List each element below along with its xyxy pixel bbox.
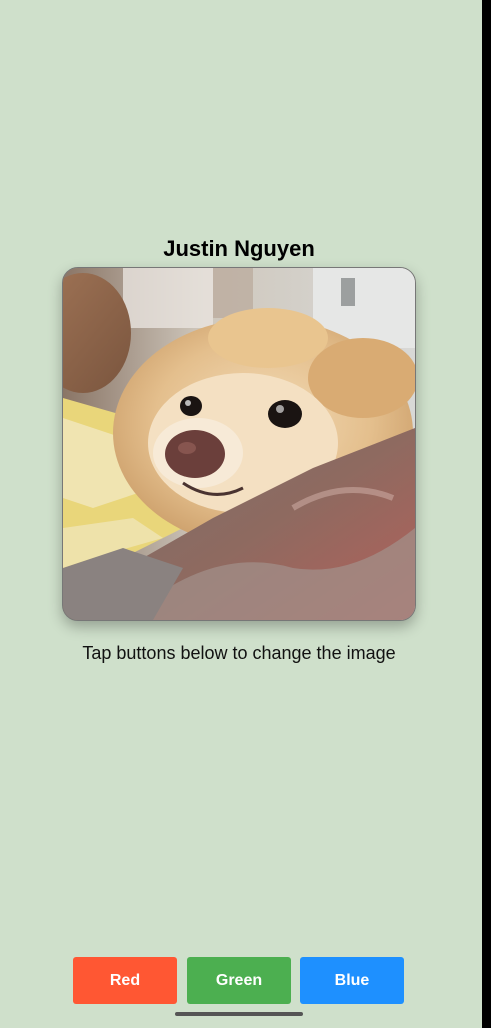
green-button[interactable]: Green [187,957,291,1004]
profile-name: Justin Nguyen [163,236,315,261]
red-button[interactable]: Red [73,957,177,1004]
blue-button[interactable]: Blue [300,957,404,1004]
home-indicator[interactable] [175,1012,303,1016]
dog-photo [62,267,416,621]
app-screen: Justin Nguyen Tap buttons below to chang… [0,0,482,1028]
instruction-text: Tap buttons below to change the image [82,643,396,663]
